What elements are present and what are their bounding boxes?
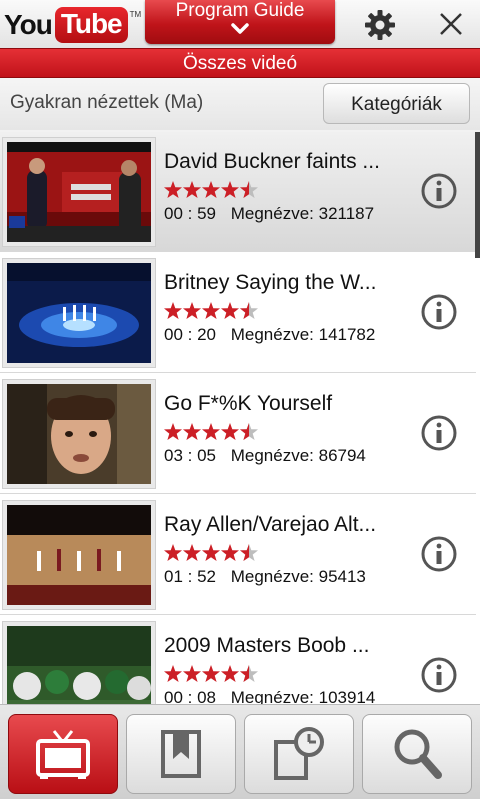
top-bar: You Tube TM Program Guide	[0, 0, 480, 48]
thumbnail-frame	[2, 137, 156, 247]
categories-button[interactable]: Kategóriák	[323, 83, 470, 124]
video-list[interactable]: David Buckner faints ... 00 : 59 Megnézv…	[0, 132, 480, 704]
video-duration: 00 : 59	[164, 204, 216, 223]
rating-stars	[164, 181, 274, 198]
all-videos-banner: Összes videó	[0, 48, 480, 78]
video-meta: 03 : 05 Megnézve: 86794	[164, 446, 366, 466]
video-thumbnail	[7, 505, 151, 605]
youtube-logo: You Tube TM	[4, 6, 141, 44]
video-duration: 03 : 05	[164, 446, 216, 465]
video-title: Britney Saying the W...	[164, 271, 377, 294]
video-views: Megnézve: 103914	[230, 688, 376, 704]
video-duration: 00 : 20	[164, 325, 216, 344]
info-icon[interactable]	[420, 293, 458, 331]
rating-stars	[164, 302, 274, 319]
video-title: Ray Allen/Varejao Alt...	[164, 513, 377, 536]
video-duration: 00 : 08	[164, 688, 216, 704]
video-title: 2009 Masters Boob ...	[164, 634, 370, 657]
bookmark-icon	[161, 730, 201, 778]
chevron-down-icon	[231, 23, 249, 34]
history-icon	[274, 727, 324, 780]
thumbnail-frame	[2, 621, 156, 704]
video-row[interactable]: Go F*%K Yourself 03 : 05 Megnézve: 86794	[0, 374, 476, 494]
video-row[interactable]: 2009 Masters Boob ... 00 : 08 Megnézve: …	[0, 616, 476, 704]
logo-tm-text: TM	[129, 10, 142, 19]
most-viewed-label: Gyakran nézettek (Ma)	[10, 92, 204, 113]
list-subheader: Gyakran nézettek (Ma) Kategóriák	[0, 78, 480, 130]
video-row[interactable]: Ray Allen/Varejao Alt... 01 : 52 Megnézv…	[0, 495, 476, 615]
video-row[interactable]: Britney Saying the W... 00 : 20 Megnézve…	[0, 253, 476, 373]
video-meta: 00 : 08 Megnézve: 103914	[164, 688, 375, 704]
nav-history-button[interactable]	[244, 714, 354, 794]
program-guide-label: Program Guide	[175, 0, 305, 21]
program-guide-button[interactable]: Program Guide	[145, 0, 335, 44]
nav-search-button[interactable]	[362, 714, 472, 794]
video-thumbnail	[7, 263, 151, 363]
list-scrollbar[interactable]	[475, 132, 480, 258]
video-views: Megnézve: 141782	[230, 325, 376, 344]
rating-stars	[164, 423, 274, 440]
info-icon[interactable]	[420, 535, 458, 573]
video-views: Megnézve: 321187	[230, 204, 375, 223]
video-title: David Buckner faints ...	[164, 150, 380, 173]
video-meta: 00 : 59 Megnézve: 321187	[164, 204, 374, 224]
video-row[interactable]: David Buckner faints ... 00 : 59 Megnézv…	[0, 132, 476, 252]
rating-stars	[164, 665, 274, 682]
video-views: Megnézve: 86794	[230, 446, 366, 465]
thumbnail-frame	[2, 500, 156, 610]
video-meta: 01 : 52 Megnézve: 95413	[164, 567, 366, 587]
video-thumbnail	[7, 626, 151, 704]
gear-icon[interactable]	[363, 8, 397, 42]
logo-tube-text: Tube	[54, 7, 128, 43]
video-thumbnail	[7, 142, 151, 242]
video-views: Megnézve: 95413	[230, 567, 366, 586]
tv-icon	[36, 730, 90, 779]
rating-stars	[164, 544, 274, 561]
video-thumbnail	[7, 384, 151, 484]
info-icon[interactable]	[420, 172, 458, 210]
thumbnail-frame	[2, 379, 156, 489]
bottom-navigation	[0, 704, 480, 799]
nav-bookmarks-button[interactable]	[126, 714, 236, 794]
nav-program-guide-button[interactable]	[8, 714, 118, 794]
video-title: Go F*%K Yourself	[164, 392, 333, 415]
info-icon[interactable]	[420, 414, 458, 452]
logo-you-text: You	[4, 9, 53, 40]
video-duration: 01 : 52	[164, 567, 216, 586]
thumbnail-frame	[2, 258, 156, 368]
video-meta: 00 : 20 Megnézve: 141782	[164, 325, 375, 345]
close-icon[interactable]	[437, 10, 465, 38]
info-icon[interactable]	[420, 656, 458, 694]
search-icon	[394, 729, 442, 779]
